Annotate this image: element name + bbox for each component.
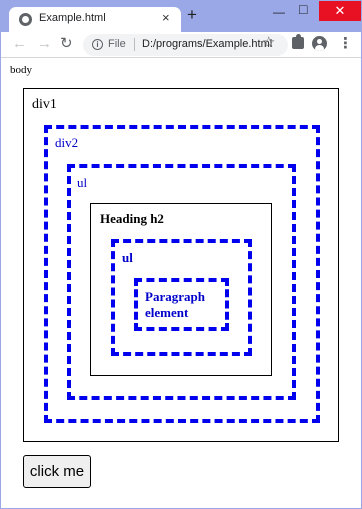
browser-toolbar: ← → ↻ i File D:/programs/Example.html ☆ …: [1, 32, 361, 58]
new-tab-icon[interactable]: +: [187, 5, 197, 25]
ul-outer-label: ul: [77, 175, 88, 190]
globe-icon: [19, 13, 32, 26]
extensions-icon[interactable]: [292, 34, 304, 49]
tab-title: Example.html: [39, 12, 106, 24]
tab-close-icon[interactable]: ×: [162, 10, 170, 26]
tab-strip: Example.html × + — □ ✕: [1, 1, 361, 32]
menu-icon[interactable]: ⋮: [338, 36, 353, 52]
address-bar[interactable]: i File D:/programs/Example.html: [83, 34, 288, 56]
url-scheme: File: [108, 38, 126, 50]
paragraph-label: Paragraph element: [145, 289, 205, 320]
click-me-button[interactable]: click me: [23, 455, 91, 488]
close-window-icon[interactable]: ✕: [319, 1, 361, 21]
ul-inner-label: ul: [122, 250, 133, 265]
reload-icon[interactable]: ↻: [60, 35, 73, 53]
tab-example[interactable]: Example.html ×: [9, 7, 181, 32]
heading-h2-label: Heading h2: [100, 211, 164, 226]
url-text[interactable]: D:/programs/Example.html: [142, 38, 272, 50]
div1-label: div1: [32, 97, 57, 112]
div2-label: div2: [55, 135, 79, 150]
browser-window: Example.html × + — □ ✕ ← → ↻ i File D:/p…: [1, 1, 361, 508]
forward-icon[interactable]: →: [37, 35, 52, 53]
account-icon[interactable]: [312, 36, 327, 51]
body-label: body: [10, 64, 32, 76]
info-icon[interactable]: i: [92, 39, 103, 50]
page-content: body div1 div2 ul Heading h2 ul Paragrap…: [1, 59, 361, 508]
minimize-icon[interactable]: —: [273, 5, 285, 19]
back-icon[interactable]: ←: [12, 35, 27, 53]
url-separator: [134, 38, 135, 51]
maximize-icon[interactable]: □: [299, 2, 307, 16]
bookmark-star-icon[interactable]: ☆: [262, 34, 275, 52]
